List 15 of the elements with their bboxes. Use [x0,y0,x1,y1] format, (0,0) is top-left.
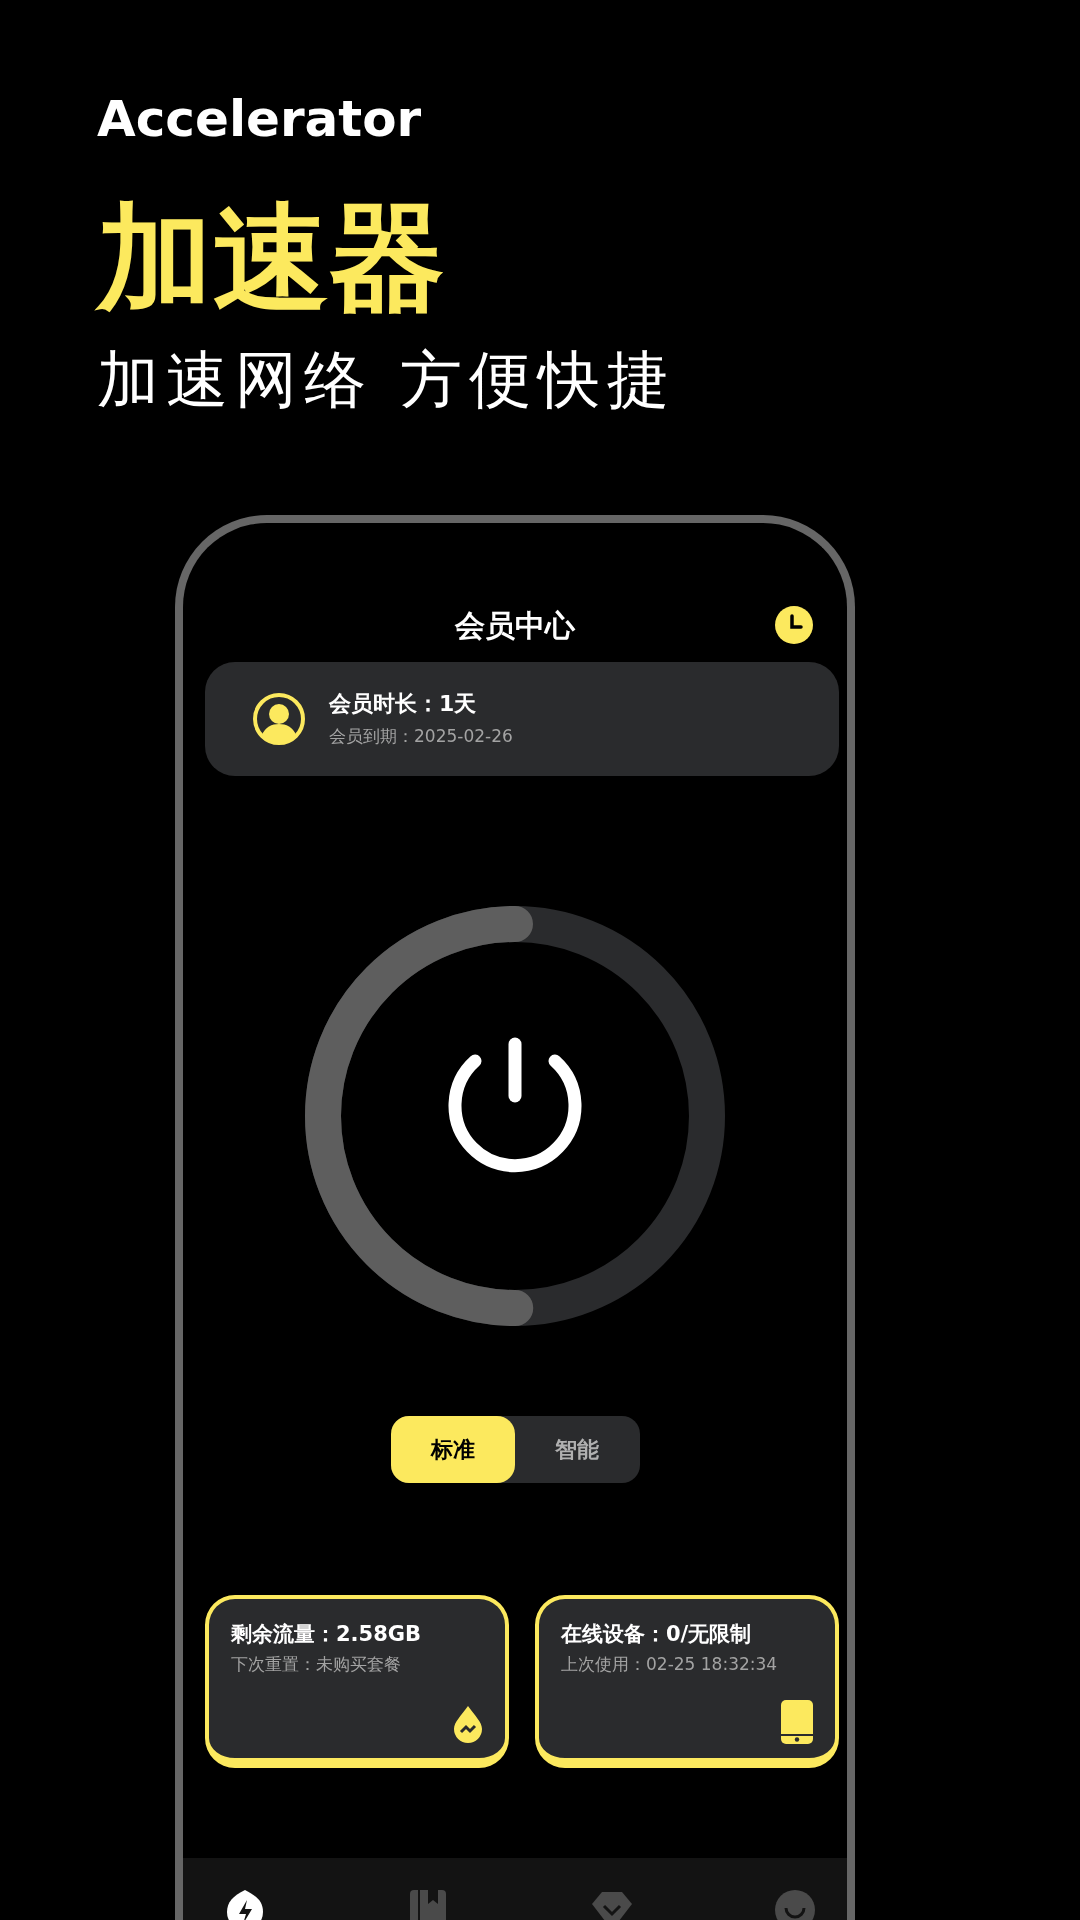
stat-subtitle: 下次重置：未购买套餐 [231,1653,402,1677]
tagline: 加速网络 方便快捷 [97,346,677,415]
english-title: Accelerator [97,92,423,147]
avatar-icon [253,692,305,745]
mode-tab[interactable]: 标准 [390,1415,515,1483]
stat-title: 剩余流量：2.58GB [231,1620,423,1648]
screen-title: 会员中心 [455,607,575,643]
power-button[interactable] [448,1037,582,1172]
mode-tab[interactable]: 智能 [515,1415,640,1483]
phone-icon [781,1699,813,1744]
clock-icon[interactable] [775,605,813,644]
stat-title: 在线设备：0/无限制 [561,1620,753,1648]
membership-duration: 会员时长：1天 [329,690,478,719]
membership-expiry: 会员到期：2025-02-26 [329,725,513,749]
stat-subtitle: 上次使用：02-25 18:32:34 [561,1653,779,1677]
